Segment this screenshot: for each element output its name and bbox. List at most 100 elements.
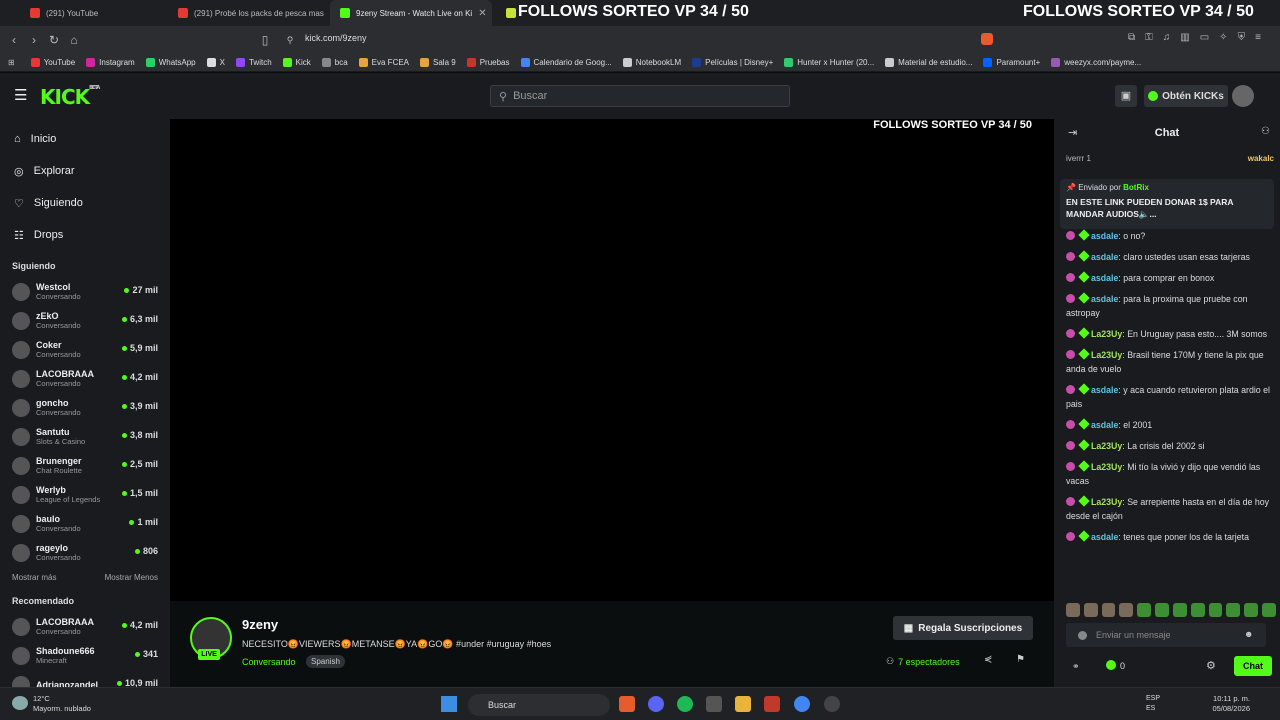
bookmark-item[interactable]: Películas | Disney+: [692, 58, 773, 67]
reload-icon[interactable]: ↻: [44, 33, 64, 47]
windows-start-icon[interactable]: [441, 696, 457, 712]
chat-username[interactable]: asdale: [1091, 273, 1118, 283]
streamer-name[interactable]: 9zeny: [242, 617, 278, 632]
site-info-icon[interactable]: ⚲: [280, 35, 300, 46]
sidebar-channel[interactable]: Shadoune666 Minecraft 341: [0, 641, 170, 670]
bookmark-item[interactable]: Material de estudio...: [885, 58, 972, 67]
chat-username[interactable]: asdale: [1091, 385, 1118, 395]
emote-icon[interactable]: [1083, 603, 1098, 617]
hamburger-menu-icon[interactable]: ☰: [14, 86, 27, 104]
music-icon[interactable]: ♫: [1163, 32, 1171, 43]
ai-icon[interactable]: ✧: [1219, 32, 1227, 43]
tab-youtube[interactable]: (291) YouTube: [20, 0, 170, 26]
chat-username[interactable]: asdale: [1091, 420, 1118, 430]
bookmark-item[interactable]: X: [206, 58, 225, 67]
sidebar-channel[interactable]: Westcol Conversando 27 mil: [0, 277, 170, 306]
emote-icon[interactable]: [1137, 603, 1152, 617]
language-tag[interactable]: Spanish: [306, 655, 345, 668]
bookmark-item[interactable]: Twitch: [235, 58, 272, 67]
bookmark-item[interactable]: Instagram: [86, 58, 135, 67]
chat-username[interactable]: La23Uy: [1091, 350, 1122, 360]
brave-icon[interactable]: [619, 696, 635, 712]
chat-username[interactable]: La23Uy: [1091, 462, 1122, 472]
chat-username[interactable]: asdale: [1091, 532, 1118, 542]
emote-icon[interactable]: [1262, 603, 1276, 617]
spotify-icon[interactable]: [677, 696, 693, 712]
tab-overlay[interactable]: [496, 0, 516, 26]
chat-username[interactable]: La23Uy: [1091, 441, 1122, 451]
emote-icon[interactable]: [1244, 603, 1259, 617]
sidebar-icon[interactable]: ▥: [1180, 32, 1189, 43]
extensions-icon[interactable]: ⧉: [1128, 32, 1135, 43]
tab-youtube-video[interactable]: (291) Probé los packs de pesca mas: [168, 0, 328, 26]
input-language[interactable]: ESP ES: [1146, 694, 1160, 714]
bookmark-item[interactable]: Kick: [282, 58, 311, 67]
bookmark-item[interactable]: NotebookLM: [622, 58, 681, 67]
sidebar-channel[interactable]: Coker Conversando 5,9 mil: [0, 335, 170, 364]
bookmark-item[interactable]: Pruebas: [466, 58, 510, 67]
bookmark-item[interactable]: WhatsApp: [145, 58, 196, 67]
bookmark-item[interactable]: weezyx.com/payme...: [1051, 58, 1141, 67]
emoji-icon[interactable]: ☻: [1244, 629, 1253, 639]
bookmark-item[interactable]: bca: [321, 58, 348, 67]
gear-icon[interactable]: ⚙: [1206, 659, 1216, 672]
gift-subs-button[interactable]: ▦ Regala Suscripciones: [893, 616, 1033, 640]
close-icon[interactable]: ✕: [478, 8, 486, 19]
back-icon[interactable]: ‹: [4, 33, 24, 47]
sidebar-channel[interactable]: goncho Conversando 3,9 mil: [0, 393, 170, 422]
chat-settings-link-icon[interactable]: ⚭: [1072, 661, 1080, 672]
emote-icon[interactable]: [1101, 603, 1116, 617]
show-more-button[interactable]: Mostrar más: [12, 573, 56, 582]
chrome-icon[interactable]: [794, 696, 810, 712]
sidebar-channel[interactable]: LACOBRAAA Conversando 4,2 mil: [0, 612, 170, 641]
pinned-message[interactable]: 📌 Enviado por BotRix EN ESTE LINK PUEDEN…: [1060, 179, 1274, 229]
menu-icon[interactable]: ≡: [1255, 32, 1261, 43]
sidebar-channel[interactable]: baulo Conversando 1 mil: [0, 509, 170, 538]
chat-users-icon[interactable]: ⚇: [1261, 126, 1270, 137]
forward-icon[interactable]: ›: [24, 33, 44, 47]
sidebar-channel[interactable]: Brunenger Chat Roulette 2,5 mil: [0, 451, 170, 480]
dashboard-icon[interactable]: ▣: [1115, 85, 1137, 107]
tab-kick-stream[interactable]: 9zeny Stream - Watch Live on Ki ✕: [330, 0, 492, 26]
video-player[interactable]: FOLLOWS SORTEO VP 34 / 50: [170, 119, 1054, 601]
share-icon[interactable]: ⋞: [984, 654, 992, 665]
sidebar-channel[interactable]: zEkO Conversando 6,3 mil: [0, 306, 170, 335]
nav-explore[interactable]: ◎ Explorar: [0, 155, 170, 187]
bookmark-item[interactable]: Calendario de Goog...: [520, 58, 612, 67]
taskbar-search[interactable]: Buscar: [468, 694, 610, 716]
brave-shield-icon[interactable]: [981, 33, 993, 45]
bookmark-item[interactable]: Sala 9: [420, 58, 456, 67]
home-icon[interactable]: ⌂: [64, 33, 84, 47]
app-icon[interactable]: [764, 696, 780, 712]
emote-icon[interactable]: [1172, 603, 1187, 617]
emote-icon[interactable]: [1190, 603, 1205, 617]
vpn-icon[interactable]: ⛨: [1238, 32, 1246, 43]
chat-identity-icon[interactable]: [1078, 631, 1087, 640]
emote-icon[interactable]: [1226, 603, 1241, 617]
kick-logo[interactable]: KICKBETA: [40, 85, 100, 109]
chat-username[interactable]: La23Uy: [1091, 329, 1122, 339]
send-chat-button[interactable]: Chat: [1234, 656, 1272, 676]
nav-drops[interactable]: ☷ Drops: [0, 219, 170, 251]
epic-games-icon[interactable]: [706, 696, 722, 712]
url-field[interactable]: kick.com/9zeny: [305, 33, 367, 43]
nav-following[interactable]: ♡ Siguiendo: [0, 187, 170, 219]
system-clock[interactable]: 10:11 p. m. 05/08/2026: [1212, 694, 1250, 714]
emote-icon[interactable]: [1066, 603, 1080, 617]
bookmark-item[interactable]: Eva FCEA: [358, 58, 409, 67]
collapse-chat-icon[interactable]: ⇥: [1068, 126, 1077, 139]
nav-home[interactable]: ⌂ Inicio: [0, 123, 170, 155]
emote-icon[interactable]: [1208, 603, 1223, 617]
chat-username[interactable]: asdale: [1091, 252, 1118, 262]
bookmark-item[interactable]: Hunter x Hunter (20...: [784, 58, 874, 67]
emote-icon[interactable]: [1119, 603, 1134, 617]
discord-icon[interactable]: [648, 696, 664, 712]
chat-username[interactable]: asdale: [1091, 231, 1118, 241]
sidebar-channel[interactable]: Santutu Slots & Casino 3,8 mil: [0, 422, 170, 451]
chat-username[interactable]: asdale: [1091, 294, 1118, 304]
sidebar-channel[interactable]: rageylo Conversando 806: [0, 538, 170, 567]
wallet-icon[interactable]: ▭: [1200, 32, 1209, 43]
apps-grid-icon[interactable]: ⊞: [8, 58, 15, 67]
show-less-button[interactable]: Mostrar Menos: [105, 573, 158, 582]
search-input[interactable]: ⚲ Buscar: [490, 85, 790, 107]
